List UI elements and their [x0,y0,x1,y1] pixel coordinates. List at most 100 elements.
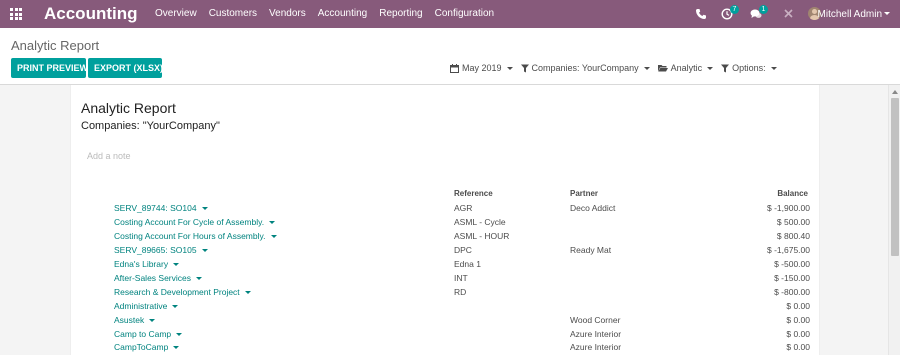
filter-icon [520,64,529,72]
menu-vendors[interactable]: Vendors [269,8,306,19]
chevron-down-icon [770,66,777,70]
add-note-field[interactable]: Add a note [87,151,131,161]
export-xlsx-button[interactable]: EXPORT (XLSX) [88,58,163,78]
account-name: SERV_89665: SO105 [114,245,197,255]
analytic-filter[interactable]: Analytic [657,63,714,73]
analytic-account-link[interactable]: Camp to Camp [114,329,183,339]
chevron-down-icon [244,291,251,295]
top-navbar: Accounting Overview Customers Vendors Ac… [0,0,900,28]
chevron-down-icon [173,263,180,267]
table-row: Costing Account For Hours of Assembly. A… [71,231,821,245]
chevron-down-icon [196,277,202,281]
partner-cell: Ready Mat [570,245,612,255]
analytic-filter-label: Analytic [670,63,703,73]
scrollbar-thumb[interactable] [891,98,899,256]
balance-cell: $ 500.00 [776,217,810,227]
menu-overview[interactable]: Overview [155,8,197,19]
table-row: Costing Account For Cycle of Assembly. A… [71,217,821,231]
reference-cell: INT [454,273,468,283]
chevron-down-icon [506,66,513,70]
analytic-account-link[interactable]: CampToCamp [114,342,180,352]
date-filter[interactable]: May 2019 [450,63,513,73]
folder-open-icon [657,65,668,72]
report-content-area: Analytic Report Companies: "YourCompany"… [0,85,888,355]
analytic-account-link[interactable]: Administrative [114,301,179,311]
chevron-down-icon [172,305,179,309]
table-row: Asustek Wood Corner $ 0.00 [71,315,821,329]
report-title: Analytic Report [81,100,176,116]
table-row: Administrative $ 0.00 [71,301,821,315]
debug-close-icon[interactable] [783,8,794,19]
table-row: Camp to Camp Azure Interior $ 0.00 [71,329,821,343]
chevron-down-icon [173,346,180,350]
reference-cell: RD [454,287,467,297]
chevron-down-icon [643,66,650,70]
column-header-reference: Reference [454,189,493,198]
reference-cell: AGR [454,203,473,213]
report-subtitle: Companies: "YourCompany" [81,120,220,132]
table-row: CampToCamp Azure Interior $ 0.00 [71,342,821,355]
menu-configuration[interactable]: Configuration [435,8,494,19]
menu-accounting[interactable]: Accounting [318,8,367,19]
options-filter[interactable]: Options: [721,63,777,73]
chevron-down-icon [176,333,183,337]
account-name: Research & Development Project [114,287,240,297]
menu-customers[interactable]: Customers [209,8,257,19]
analytic-account-link[interactable]: Costing Account For Hours of Assembly. [114,231,277,241]
table-row: Research & Development Project RD $ -800… [71,287,821,301]
report-filters: May 2019 Companies: YourCompany Analytic… [450,63,785,73]
table-row: After-Sales Services INT $ -150.00 [71,273,821,287]
account-name: Costing Account For Cycle of Assembly. [114,217,265,227]
control-panel: Analytic Report PRINT PREVIEW EXPORT (XL… [0,28,900,85]
partner-cell: Wood Corner [570,315,621,325]
chevron-down-icon [270,235,277,239]
table-row: SERV_89665: SO105 DPC Ready Mat $ -1,675… [71,245,821,259]
menu-reporting[interactable]: Reporting [379,8,422,19]
balance-cell: $ 800.40 [776,231,810,241]
chevron-down-icon[interactable] [884,12,890,15]
account-name: Asustek [114,315,145,325]
user-name[interactable]: Mitchell Admin [818,9,882,20]
breadcrumb: Analytic Report [11,38,100,53]
partner-cell: Azure Interior [570,329,622,339]
table-row: Edna's Library Edna 1 $ -500.00 [71,259,821,273]
message-count-badge: 1 [759,5,768,14]
analytic-account-link[interactable]: After-Sales Services [114,273,202,283]
calendar-icon [450,63,459,73]
main-menu: Overview Customers Vendors Accounting Re… [155,8,506,19]
app-title[interactable]: Accounting [44,4,138,24]
account-name: Camp to Camp [114,329,172,339]
reference-cell: ASML - HOUR [454,231,510,241]
balance-cell: $ 0.00 [786,315,810,325]
balance-cell: $ -1,675.00 [766,245,810,255]
partner-cell: Azure Interior [570,342,622,352]
vertical-scrollbar[interactable] [888,85,900,355]
reference-cell: ASML - Cycle [454,217,506,227]
analytic-account-link[interactable]: Research & Development Project [114,287,251,297]
account-name: After-Sales Services [114,273,191,283]
apps-menu-icon[interactable] [10,8,22,20]
balance-cell: $ 0.00 [786,301,810,311]
account-name: Edna's Library [114,259,169,269]
table-row: SERV_89744: SO104 AGR Deco Addict $ -1,9… [71,203,821,217]
account-name: SERV_89744: SO104 [114,203,197,213]
analytic-account-link[interactable]: Costing Account For Cycle of Assembly. [114,217,276,227]
analytic-account-link[interactable]: SERV_89665: SO105 [114,245,208,255]
analytic-account-link[interactable]: SERV_89744: SO104 [114,203,208,213]
chevron-down-icon [149,319,156,323]
scroll-up-arrow-icon[interactable] [892,90,898,94]
column-header-partner: Partner [570,189,599,198]
balance-cell: $ 0.00 [786,329,810,339]
phone-icon[interactable] [695,8,707,20]
report-sheet: Analytic Report Companies: "YourCompany"… [70,85,820,355]
analytic-account-link[interactable]: Edna's Library [114,259,180,269]
account-name: CampToCamp [114,342,169,352]
filter-icon [721,64,730,72]
balance-cell: $ -150.00 [774,273,810,283]
reference-cell: Edna 1 [454,259,481,269]
analytic-account-link[interactable]: Asustek [114,315,156,325]
print-preview-button[interactable]: PRINT PREVIEW [11,58,88,78]
balance-cell: $ 0.00 [786,342,810,352]
companies-filter[interactable]: Companies: YourCompany [520,63,650,73]
chevron-down-icon [201,207,208,211]
